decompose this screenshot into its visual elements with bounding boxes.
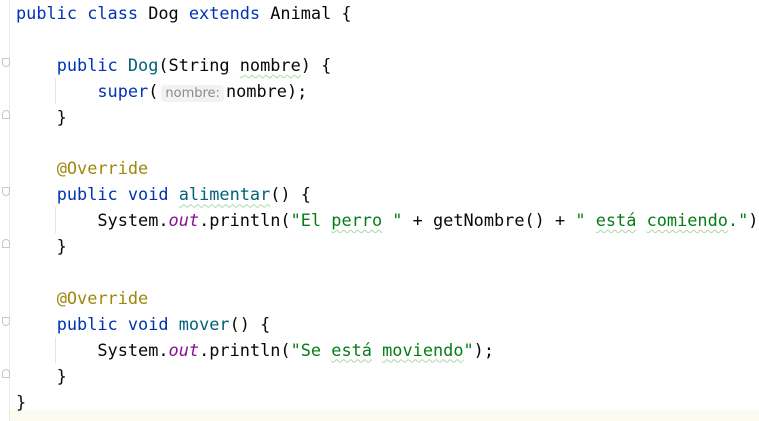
code-token: está <box>331 339 372 360</box>
code-token: ) { <box>300 54 332 75</box>
code-token: out <box>168 339 200 360</box>
code-token: " <box>382 210 403 231</box>
code-token: out <box>168 210 200 231</box>
fold-open-icon[interactable] <box>2 57 10 67</box>
code-token: () { <box>229 313 271 334</box>
code-token: } <box>16 106 67 127</box>
code-token: } <box>16 391 27 412</box>
code-token: @Override <box>56 287 149 308</box>
code-line[interactable]: } <box>16 104 67 130</box>
code-token: " <box>463 339 474 360</box>
code-line[interactable]: } <box>16 233 67 259</box>
indent-guide <box>55 207 56 234</box>
code-token: "Se <box>290 339 332 360</box>
code-line[interactable]: System.out.println("Se está moviendo"); <box>16 337 494 363</box>
code-token: moviendo <box>382 339 464 360</box>
code-line[interactable]: @Override <box>16 285 149 311</box>
code-line[interactable]: public void mover() { <box>16 311 271 337</box>
fold-close-icon[interactable] <box>2 109 10 119</box>
code-token: public <box>56 184 128 205</box>
code-token: perro <box>331 210 383 231</box>
code-token: " <box>575 210 596 231</box>
code-token: void <box>127 184 179 205</box>
code-line[interactable]: public class Dog extends Animal { <box>16 0 352 26</box>
code-token: void <box>127 313 179 334</box>
code-token: ( <box>148 80 159 101</box>
code-token: Dog <box>148 3 189 23</box>
code-token: comiendo <box>646 210 728 231</box>
code-token: } <box>16 236 67 257</box>
code-token: + getNombre() + <box>402 210 576 231</box>
code-token: .println( <box>199 339 291 360</box>
code-line[interactable]: public void alimentar() { <box>16 181 311 207</box>
code-token: System. <box>16 210 169 231</box>
code-token: .println( <box>199 210 291 231</box>
code-line[interactable]: @Override <box>16 155 149 181</box>
code-token: mover <box>178 313 230 334</box>
code-line[interactable]: super(nombre: nombre); <box>16 78 307 104</box>
fold-close-icon[interactable] <box>2 239 10 249</box>
code-token: } <box>16 365 67 386</box>
code-token: class <box>87 3 149 23</box>
code-token: (String <box>158 54 240 75</box>
fold-open-icon[interactable] <box>2 316 10 326</box>
code-token: "El <box>290 210 332 231</box>
indent-guide <box>55 77 56 104</box>
code-line[interactable]: public Dog(String nombre) { <box>16 52 332 78</box>
code-token: () { <box>270 184 311 205</box>
code-token: System. <box>16 339 169 360</box>
code-token: public <box>56 313 128 334</box>
code-token: extends <box>188 3 271 23</box>
code-token: public <box>16 3 88 23</box>
code-token: está <box>595 210 637 231</box>
code-token: ); <box>473 339 495 360</box>
code-token: Dog <box>127 54 159 75</box>
code-token: ." <box>727 210 749 231</box>
code-token: nombre); <box>225 80 308 101</box>
code-token: super <box>97 80 149 101</box>
code-token: ); <box>748 210 759 231</box>
code-token: @Override <box>56 158 149 179</box>
code-line[interactable]: } <box>16 363 67 389</box>
code-token: Animal { <box>270 3 352 23</box>
code-line[interactable]: System.out.println("El perro " + getNomb… <box>16 207 759 233</box>
code-token: public <box>56 54 128 75</box>
code-token: nombre <box>239 54 301 75</box>
indent-guide <box>55 336 56 363</box>
code-editor[interactable]: public class Dog extends Animal { public… <box>16 0 759 421</box>
fold-close-icon[interactable] <box>2 368 10 378</box>
parameter-hint: nombre: <box>161 84 224 102</box>
code-line[interactable]: } <box>16 389 26 415</box>
code-token: alimentar <box>178 184 271 205</box>
